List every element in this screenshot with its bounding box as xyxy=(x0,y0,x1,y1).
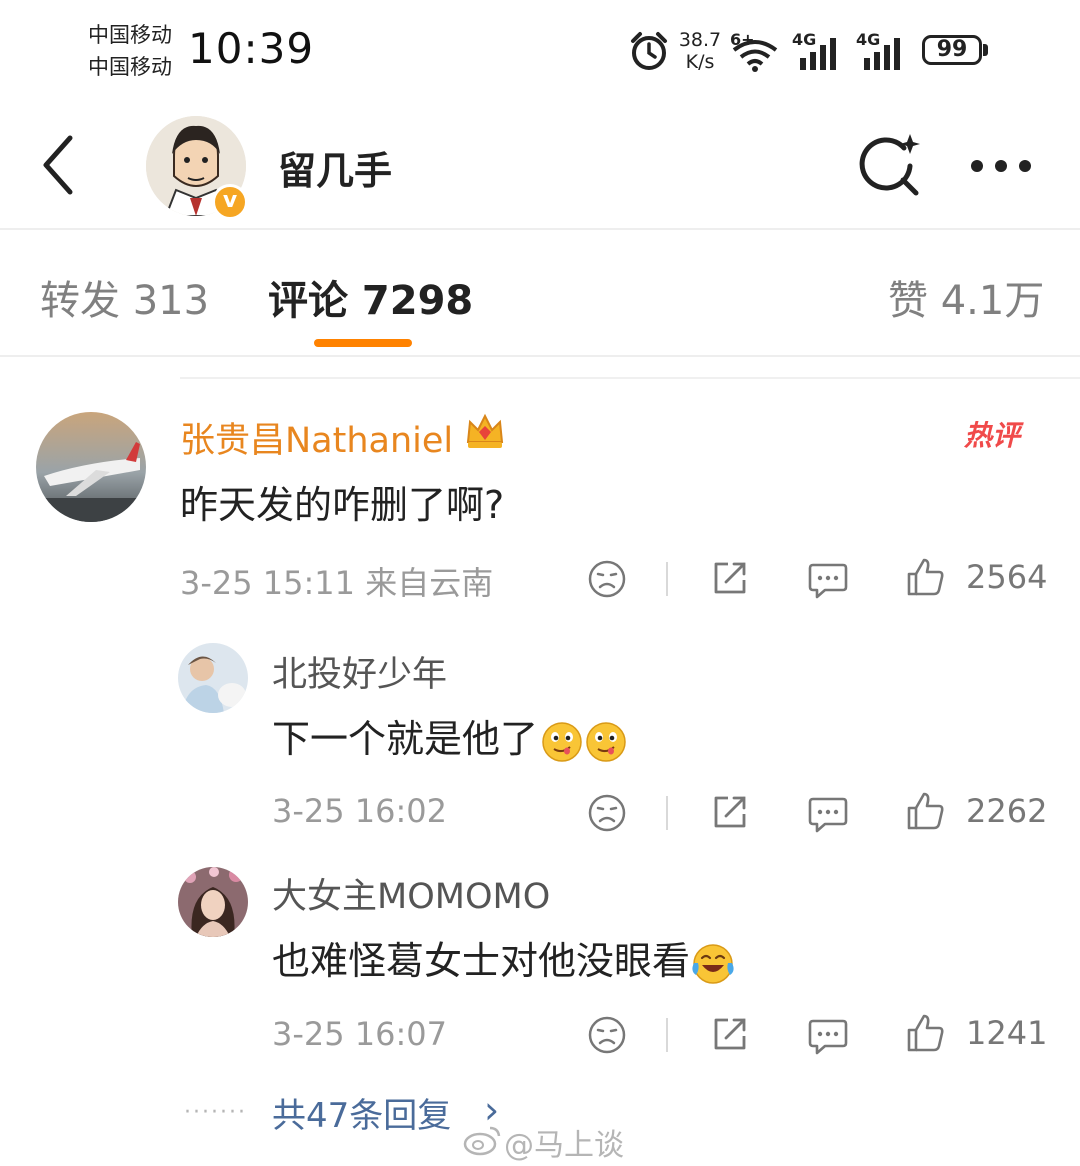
comment-username[interactable]: 张贵昌Nathaniel xyxy=(180,412,453,463)
battery-tip xyxy=(983,44,988,56)
action-separator xyxy=(666,1018,668,1052)
reply-meta: 3-25 16:07 xyxy=(272,1015,448,1053)
dislike-face-icon[interactable] xyxy=(587,559,627,599)
airplane-photo xyxy=(36,412,146,522)
tab-reposts[interactable]: 转发 313 xyxy=(40,268,209,326)
reply-icon[interactable] xyxy=(807,1016,849,1056)
status-time: 10:39 xyxy=(188,24,315,73)
carrier-label-1: 中国移动 xyxy=(88,23,172,47)
crown-icon xyxy=(466,413,504,448)
carrier-label-2: 中国移动 xyxy=(88,55,172,79)
like-icon[interactable] xyxy=(905,1012,947,1054)
more-replies-link[interactable]: 共47条回复 xyxy=(272,1088,451,1137)
list-divider xyxy=(180,377,1080,379)
reply-meta: 3-25 16:02 xyxy=(272,792,448,830)
reply-text-content: 也难怪葛女士对他没眼看 xyxy=(272,939,691,983)
drooling-emoji-icon xyxy=(586,721,626,762)
search-sparkle-icon[interactable] xyxy=(858,132,922,198)
battery-indicator: 99 xyxy=(922,35,982,65)
laugh-cry-emoji-icon xyxy=(692,943,734,984)
dislike-face-icon[interactable] xyxy=(587,793,627,833)
header-divider xyxy=(0,228,1080,230)
signal-1-icon xyxy=(800,38,836,70)
verified-badge: v xyxy=(212,184,248,220)
more-options-icon[interactable] xyxy=(968,156,1034,176)
net-speed-unit: K/s xyxy=(685,51,715,73)
reply-avatar-photo xyxy=(178,643,248,713)
reply-username[interactable]: 大女主MOMOMO xyxy=(272,868,550,919)
more-replies-dots: ······· xyxy=(184,1100,247,1125)
drooling-emoji-icon xyxy=(542,721,582,762)
net-speed-value: 38.7 xyxy=(678,29,722,51)
like-count: 2564 xyxy=(966,558,1048,596)
share-icon[interactable] xyxy=(710,558,750,598)
reply-username[interactable]: 北投好少年 xyxy=(272,646,447,697)
comment-meta: 3-25 15:11 来自云南 xyxy=(180,564,494,602)
hot-comment-badge: 热评 xyxy=(964,419,1021,452)
dislike-face-icon[interactable] xyxy=(587,1015,627,1055)
page-title: 留几手 xyxy=(278,149,393,193)
tab-likes[interactable]: 赞 4.1万 xyxy=(888,268,1044,326)
action-separator xyxy=(666,796,668,830)
watermark-text: @马上谈 xyxy=(504,1128,624,1163)
reply-text-content: 下一个就是他了 xyxy=(272,717,539,761)
share-icon[interactable] xyxy=(710,1014,750,1054)
wifi-icon xyxy=(732,40,778,72)
comment-text: 昨天发的咋删了啊? xyxy=(180,483,505,527)
weibo-logo-icon xyxy=(463,1126,501,1156)
back-arrow-icon[interactable] xyxy=(38,134,78,196)
like-count: 2262 xyxy=(966,792,1048,830)
action-separator xyxy=(666,562,668,596)
like-icon[interactable] xyxy=(905,556,947,598)
alarm-icon xyxy=(631,32,667,70)
reply-avatar[interactable] xyxy=(178,643,248,713)
like-count: 1241 xyxy=(966,1014,1048,1052)
signal-2-icon xyxy=(864,38,900,70)
commenter-avatar[interactable] xyxy=(36,412,146,522)
reply-icon[interactable] xyxy=(807,794,849,834)
share-icon[interactable] xyxy=(710,792,750,832)
reply-text: 也难怪葛女士对他没眼看 xyxy=(272,930,736,987)
reply-avatar[interactable] xyxy=(178,867,248,937)
like-icon[interactable] xyxy=(905,790,947,832)
tabs-divider xyxy=(0,355,1080,357)
reply-text: 下一个就是他了 xyxy=(272,708,628,764)
reply-icon[interactable] xyxy=(807,560,849,600)
reply-avatar-photo xyxy=(178,867,248,937)
active-tab-indicator xyxy=(314,339,412,347)
tab-comments[interactable]: 评论 7298 xyxy=(268,268,473,326)
